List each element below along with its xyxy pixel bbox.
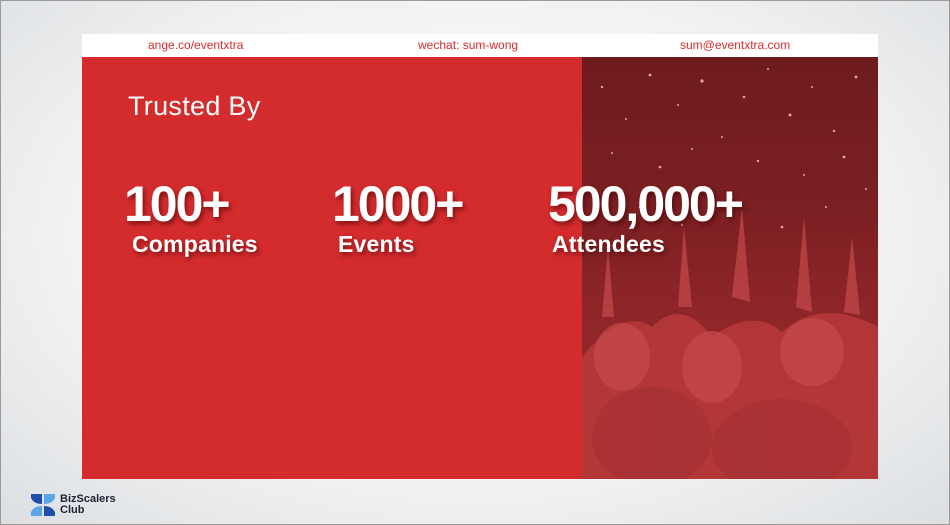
crowd-illustration — [582, 68, 878, 479]
stat-label: Events — [338, 231, 415, 257]
stat-value: 500,000+ — [548, 176, 744, 232]
stat-label: Companies — [132, 231, 258, 257]
stat-companies: 100+ Companies — [124, 179, 258, 258]
bizscalers-mark-icon — [31, 494, 55, 516]
bizscalers-logo: BizScalers Club — [30, 492, 116, 518]
section-heading: Trusted By — [128, 91, 261, 121]
logo-line-2: Club — [60, 504, 85, 516]
wechat-id: wechat: sum-wong — [418, 38, 519, 52]
stat-label: Attendees — [552, 231, 665, 257]
stats-panel: Trusted By 100+ Companies 1000+ Events 5… — [82, 57, 878, 479]
logo-wordmark: BizScalers Club — [60, 494, 116, 516]
stat-value: 100+ — [124, 176, 231, 232]
email-link[interactable]: sum@eventxtra.com — [680, 38, 790, 52]
stat-value: 1000+ — [332, 176, 464, 232]
crowd-photo — [582, 57, 878, 479]
contact-bar: ange.co/eventxtra wechat: sum-wong sum@e… — [82, 34, 878, 57]
stat-attendees: 500,000+ Attendees — [548, 176, 744, 258]
stat-events: 1000+ Events — [332, 176, 464, 258]
website-link[interactable]: ange.co/eventxtra — [148, 38, 243, 52]
